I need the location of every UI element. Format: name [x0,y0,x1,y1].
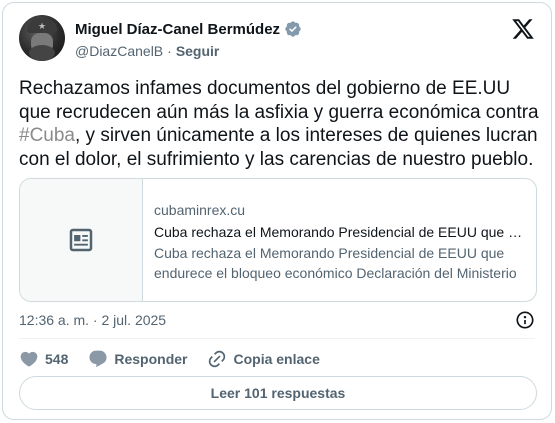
post-text-part-1: Rechazamos infames documentos del gobier… [19,78,539,123]
article-icon [69,228,93,252]
handle-row: @DiazCanelB · Seguir [75,41,302,61]
avatar[interactable]: ★ [19,15,65,61]
heart-icon [20,351,38,367]
author-name[interactable]: Miguel Díaz-Canel Bermúdez [75,21,280,38]
post-text: Rechazamos infames documentos del gobier… [19,77,539,171]
reply-button[interactable]: Responder [88,349,187,369]
reply-label: Responder [114,351,188,367]
divider [19,338,535,339]
separator-dot: · [167,43,172,59]
author-handle[interactable]: @DiazCanelB [75,43,163,59]
name-row: Miguel Díaz-Canel Bermúdez [75,19,302,39]
avatar-star: ★ [38,21,47,31]
read-replies-button[interactable]: Leer 101 respuestas [19,376,537,410]
copy-link-label: Copia enlace [233,351,320,367]
link-icon [209,350,226,368]
post-header: ★ Miguel Díaz-Canel Bermúdez @DiazCanelB… [19,15,537,63]
link-domain: cubaminrex.cu [154,202,246,218]
author-info: Miguel Díaz-Canel Bermúdez @DiazCanelB ·… [75,19,302,61]
post-timestamp[interactable]: 12:36 a. m. · 2 jul. 2025 [19,312,166,328]
embedded-post-card: ★ Miguel Díaz-Canel Bermúdez @DiazCanelB… [2,2,552,420]
avatar-beard [29,45,55,61]
like-count: 548 [45,351,69,367]
post-text-part-2: , y sirven únicamente a los intereses de… [19,125,538,170]
link-description: Cuba rechaza el Memorando Presidencial d… [154,245,517,281]
link-thumbnail [20,179,143,301]
action-bar: 548 Responder Copia enlace [19,347,340,371]
timestamp-row: 12:36 a. m. · 2 jul. 2025 [19,310,535,330]
link-title[interactable]: Cuba rechaza el Memorando Presidencial d… [154,222,524,242]
link-preview-card[interactable]: cubaminrex.cu Cuba rechaza el Memorando … [19,178,537,302]
copy-link-button[interactable]: Copia enlace [207,349,320,369]
like-button[interactable]: 548 [19,349,68,369]
link-info: cubaminrex.cu Cuba rechaza el Memorando … [143,179,536,301]
follow-button[interactable]: Seguir [176,43,220,59]
verified-badge-icon [284,20,302,38]
x-logo-icon[interactable] [511,17,535,41]
info-icon[interactable] [515,310,535,330]
hashtag-link[interactable]: #Cuba [19,125,75,146]
speech-bubble-icon [89,350,107,368]
